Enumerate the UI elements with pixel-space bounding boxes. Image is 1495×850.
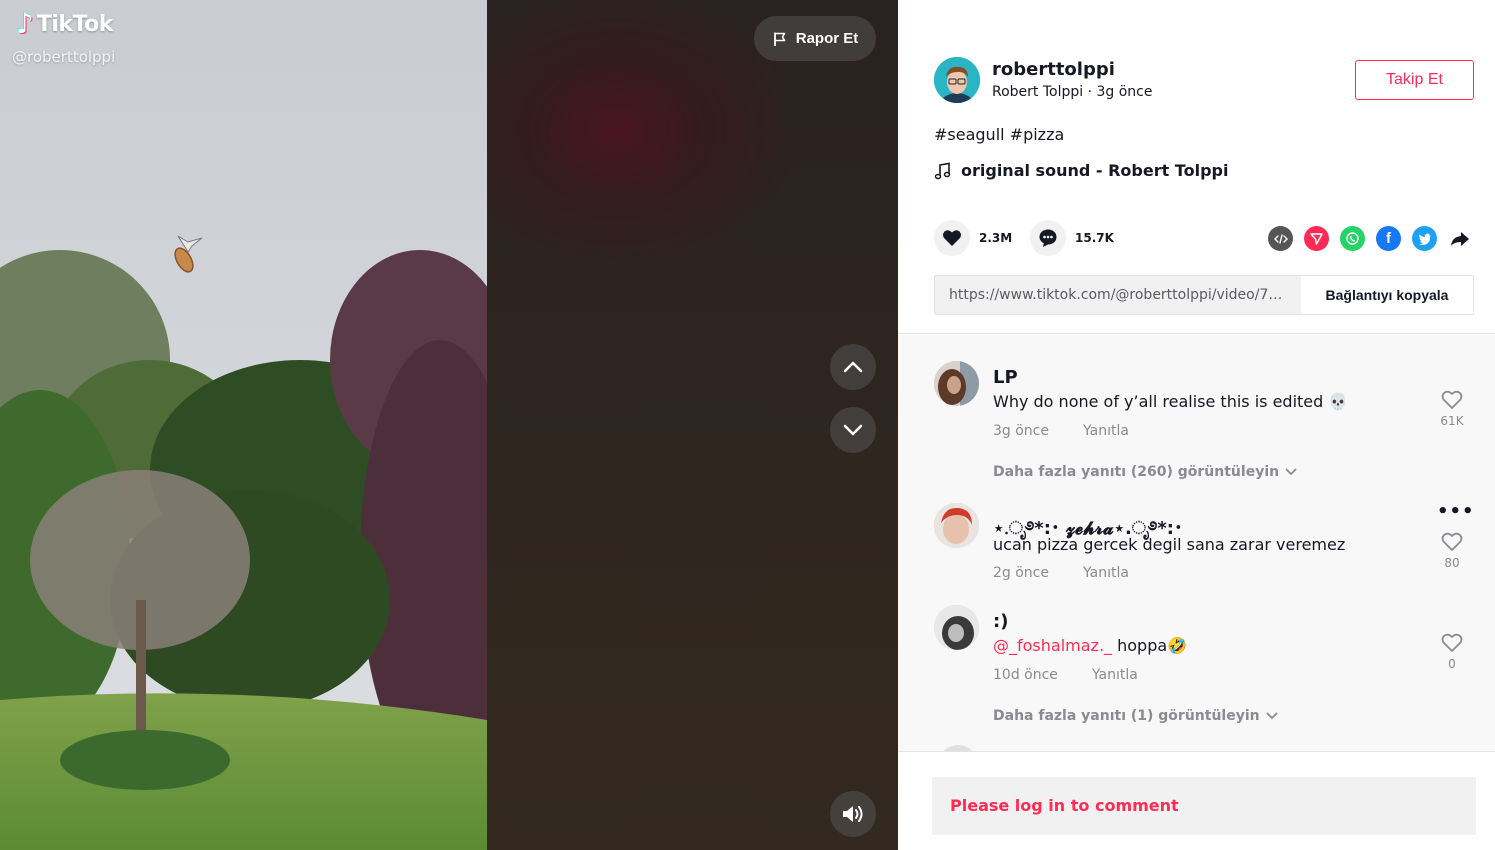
comment-more-options[interactable]: ••• [1437, 501, 1475, 522]
chevron-down-icon [1266, 712, 1278, 720]
next-comment-avatar-partial [938, 745, 978, 751]
embed-icon [1273, 233, 1288, 244]
comment-like[interactable]: 61K [1437, 390, 1467, 428]
comment-stat[interactable]: 15.7K [1030, 220, 1114, 256]
comment-text: Why do none of y’all realise this is edi… [993, 392, 1349, 411]
chevron-down-icon [843, 424, 863, 436]
report-button-label: Rapor Et [795, 30, 859, 47]
video-player[interactable]: ♪ TikTok @roberttolppi Rapor Et [0, 0, 898, 850]
heart-outline-icon [1441, 390, 1463, 409]
view-more-replies-label: Daha fazla yanıtı (1) görüntüleyin [993, 708, 1260, 724]
comment-mention[interactable]: @_foshalmaz._ [993, 636, 1112, 655]
share-twitter-button[interactable] [1412, 226, 1437, 251]
author-nickname-date: Robert Tolppi · 3g önce [992, 84, 1153, 100]
like-stat[interactable]: 2.3M [934, 220, 1012, 256]
volume-icon [843, 806, 863, 822]
share-whatsapp-button[interactable] [1340, 226, 1365, 251]
comment-time: 3g önce [993, 423, 1049, 439]
comment-username[interactable]: LP [993, 367, 1018, 388]
side-panel: roberttolppi Robert Tolppi · 3g önce Tak… [898, 0, 1495, 850]
comment-avatar-image [934, 503, 979, 548]
video-caption[interactable]: #seagull #pizza [934, 125, 1064, 144]
report-button[interactable]: Rapor Et [754, 16, 876, 61]
sound-link[interactable]: original sound - Robert Tolppi [934, 161, 1228, 180]
share-more-button[interactable] [1447, 226, 1472, 251]
comment-avatar[interactable] [934, 605, 979, 650]
comment-button[interactable] [1030, 220, 1066, 256]
follow-button[interactable]: Takip Et [1355, 60, 1474, 100]
comment-list[interactable]: LP Why do none of y’all realise this is … [898, 335, 1495, 752]
comment-count: 15.7K [1075, 231, 1114, 245]
facebook-icon: f [1386, 230, 1391, 247]
comment-meta: 2g önce Yanıtla [993, 565, 1129, 581]
view-more-replies[interactable]: Daha fazla yanıtı (1) görüntüleyin [993, 708, 1278, 724]
sound-name: original sound - Robert Tolppi [961, 161, 1229, 180]
reply-button[interactable]: Yanıtla [1083, 565, 1129, 581]
volume-button[interactable] [830, 791, 876, 837]
share-embed-button[interactable] [1268, 226, 1293, 251]
comment-like-count: 0 [1448, 657, 1456, 671]
share-send-button[interactable] [1304, 226, 1329, 251]
next-video-button[interactable] [830, 407, 876, 453]
comment-avatar[interactable] [934, 503, 979, 548]
heart-outline-icon [1441, 532, 1463, 551]
comment-time: 10d önce [993, 667, 1058, 683]
video-scene-illustration [0, 0, 487, 850]
previous-video-button[interactable] [830, 344, 876, 390]
reply-button[interactable]: Yanıtla [1092, 667, 1138, 683]
comment-avatar[interactable] [934, 361, 979, 406]
author-avatar[interactable] [934, 57, 980, 103]
heart-icon [943, 230, 961, 246]
view-more-replies-label: Daha fazla yanıtı (260) görüntüleyin [993, 464, 1280, 480]
like-count: 2.3M [979, 231, 1013, 245]
music-note-icon [934, 162, 951, 179]
reply-button[interactable]: Yanıtla [1083, 423, 1129, 439]
comment-text: ucan pizza gercek degil sana zarar verem… [993, 535, 1346, 554]
author-username[interactable]: roberttolppi [992, 59, 1115, 80]
heart-outline-icon [1441, 633, 1463, 652]
comment-username[interactable]: :) [993, 611, 1008, 632]
share-link-box: https://www.tiktok.com/@roberttolppi/vid… [934, 275, 1474, 315]
comment-like-count: 61K [1440, 414, 1464, 428]
share-facebook-button[interactable]: f [1376, 226, 1401, 251]
tiktok-logo: ♪ TikTok [16, 10, 113, 38]
share-link-url[interactable]: https://www.tiktok.com/@roberttolppi/vid… [935, 276, 1301, 314]
comment-like[interactable]: 80 [1437, 532, 1467, 570]
comment-meta: 3g önce Yanıtla [993, 423, 1129, 439]
view-more-replies[interactable]: Daha fazla yanıtı (260) görüntüleyin [993, 464, 1297, 480]
twitter-icon [1418, 233, 1431, 245]
copy-link-button[interactable]: Bağlantıyı kopyala [1301, 276, 1473, 314]
comment-avatar-image [934, 605, 979, 650]
comment-avatar-image [934, 361, 979, 406]
comment-like[interactable]: 0 [1437, 633, 1467, 671]
video-info-header: roberttolppi Robert Tolppi · 3g önce Tak… [898, 0, 1495, 334]
chevron-up-icon [843, 361, 863, 373]
share-arrow-icon [1450, 231, 1469, 246]
chevron-down-icon [1285, 468, 1297, 476]
comment-bubble-icon [1039, 229, 1057, 247]
like-button[interactable] [934, 220, 970, 256]
author-avatar-image [934, 57, 980, 103]
comment-like-count: 80 [1444, 556, 1460, 570]
tiktok-logo-text: TikTok [36, 11, 114, 37]
comment-time: 2g önce [993, 565, 1049, 581]
comment-meta: 10d önce Yanıtla [993, 667, 1138, 683]
video-frame[interactable] [0, 0, 487, 850]
comment-text-body: hoppa🤣 [1112, 636, 1188, 655]
whatsapp-icon [1346, 232, 1359, 245]
send-icon [1310, 233, 1323, 245]
tiktok-note-icon: ♪ [16, 7, 34, 40]
login-to-comment-prompt[interactable]: Please log in to comment [932, 777, 1476, 835]
video-watermark-username: @roberttolppi [12, 48, 116, 66]
flag-icon [773, 32, 786, 46]
comment-text: @_foshalmaz._ hoppa🤣 [993, 636, 1187, 655]
